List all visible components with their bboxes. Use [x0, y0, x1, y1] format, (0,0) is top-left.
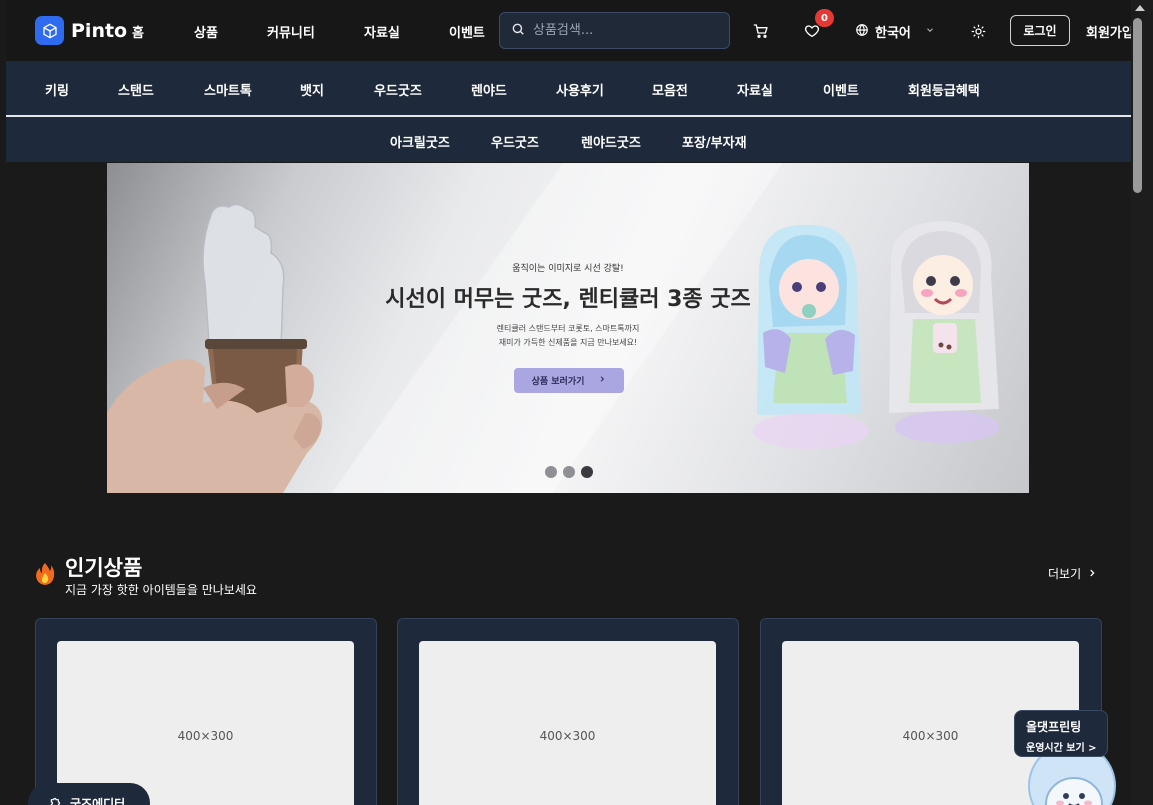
nav-products[interactable]: 상품	[194, 22, 218, 41]
language-label: 한국어	[875, 26, 911, 41]
product-image-placeholder: 400×300	[419, 641, 716, 805]
carousel-dot-2[interactable]	[563, 466, 575, 478]
category-bar: 키링 스탠드 스마트톡 뱃지 우드굿즈 렌야드 사용후기 모음전 자료실 이벤트…	[6, 61, 1131, 115]
subcategory-lanyard-goods[interactable]: 렌야드굿즈	[581, 132, 641, 151]
see-more-link[interactable]: 더보기	[1048, 565, 1097, 582]
subcategory-packaging[interactable]: 포장/부자재	[682, 132, 747, 151]
category-wood-goods[interactable]: 우드굿즈	[374, 80, 422, 99]
wishlist-count-badge: 0	[815, 9, 834, 27]
category-lanyard[interactable]: 렌야드	[471, 80, 507, 99]
banner-character-stands	[753, 221, 999, 449]
nav-community[interactable]: 커뮤니티	[267, 22, 315, 41]
nav-events[interactable]: 이벤트	[449, 22, 485, 41]
goods-editor-button[interactable]: 굿즈에디터	[28, 783, 150, 805]
hero-banner[interactable]: 움직이는 이미지로 시선 강탈! 시선이 머무는 굿즈, 렌티큘러 3종 굿즈 …	[107, 163, 1029, 493]
login-button[interactable]: 로그인	[1010, 15, 1070, 46]
category-keyring[interactable]: 키링	[45, 80, 69, 99]
popular-section-header: 인기상품 지금 가장 핫한 아이템들을 만나보세요 더보기	[35, 550, 1105, 600]
product-card[interactable]: 400×300	[397, 618, 739, 805]
see-more-label: 더보기	[1048, 567, 1082, 581]
category-events[interactable]: 이벤트	[823, 80, 859, 99]
category-reviews[interactable]: 사용후기	[556, 80, 604, 99]
category-archive[interactable]: 자료실	[737, 80, 773, 99]
logo[interactable]: Pinto	[35, 16, 127, 45]
top-bar: Pinto 홈 상품 커뮤니티 자료실 이벤트 0 한국어	[6, 0, 1131, 61]
category-stand[interactable]: 스탠드	[118, 80, 154, 99]
shop-now-button[interactable]: 상품 보러가기	[514, 368, 624, 393]
category-collections[interactable]: 모음전	[652, 80, 688, 99]
box-icon	[35, 16, 64, 45]
goods-editor-label: 굿즈에디터	[70, 796, 126, 805]
section-title: 인기상품	[65, 556, 143, 580]
operating-hours-title: 올댓프린팅	[1026, 720, 1082, 734]
chevron-right-icon	[598, 375, 606, 386]
nav-home[interactable]: 홈	[132, 22, 144, 41]
signup-link[interactable]: 회원가입	[1086, 22, 1131, 41]
scrollbar-thumb[interactable]	[1133, 18, 1142, 193]
subcategory-wood-goods[interactable]: 우드굿즈	[491, 132, 539, 151]
section-subtitle: 지금 가장 핫한 아이템들을 만나보세요	[65, 583, 257, 597]
puzzle-icon	[49, 795, 63, 805]
carousel-dots	[545, 466, 593, 478]
carousel-dot-3[interactable]	[581, 466, 593, 478]
category-membership-benefits[interactable]: 회원등급혜택	[908, 80, 980, 99]
operating-hours-link[interactable]: 운영시간 보기 >	[1026, 739, 1107, 754]
carousel-dot-1[interactable]	[545, 466, 557, 478]
scroll-up-arrow-icon[interactable]	[1135, 5, 1145, 11]
search-box	[499, 12, 730, 49]
globe-icon	[855, 23, 869, 41]
chevron-right-icon	[1087, 567, 1097, 581]
subcategory-acrylic-goods[interactable]: 아크릴굿즈	[390, 132, 450, 151]
nav-archive[interactable]: 자료실	[364, 22, 400, 41]
chevron-down-icon	[925, 24, 935, 39]
language-selector[interactable]: 한국어	[855, 22, 935, 41]
search-icon	[511, 21, 525, 40]
product-image-placeholder: 400×300	[57, 641, 354, 805]
product-card[interactable]: 400×300	[35, 618, 377, 805]
subcategory-bar: 아크릴굿즈 우드굿즈 렌야드굿즈 포장/부자재	[6, 117, 1131, 162]
operating-hours-card[interactable]: 올댓프린팅 운영시간 보기 >	[1014, 710, 1108, 757]
page: Pinto 홈 상품 커뮤니티 자료실 이벤트 0 한국어	[6, 0, 1131, 805]
category-badge[interactable]: 뱃지	[300, 80, 324, 99]
shop-now-label: 상품 보러가기	[531, 377, 585, 387]
search-input[interactable]	[533, 23, 703, 38]
fire-icon	[35, 562, 55, 591]
category-smarttok[interactable]: 스마트톡	[204, 80, 252, 99]
sun-icon[interactable]	[969, 22, 987, 40]
cart-icon[interactable]	[752, 22, 770, 40]
logo-text: Pinto	[71, 19, 128, 42]
